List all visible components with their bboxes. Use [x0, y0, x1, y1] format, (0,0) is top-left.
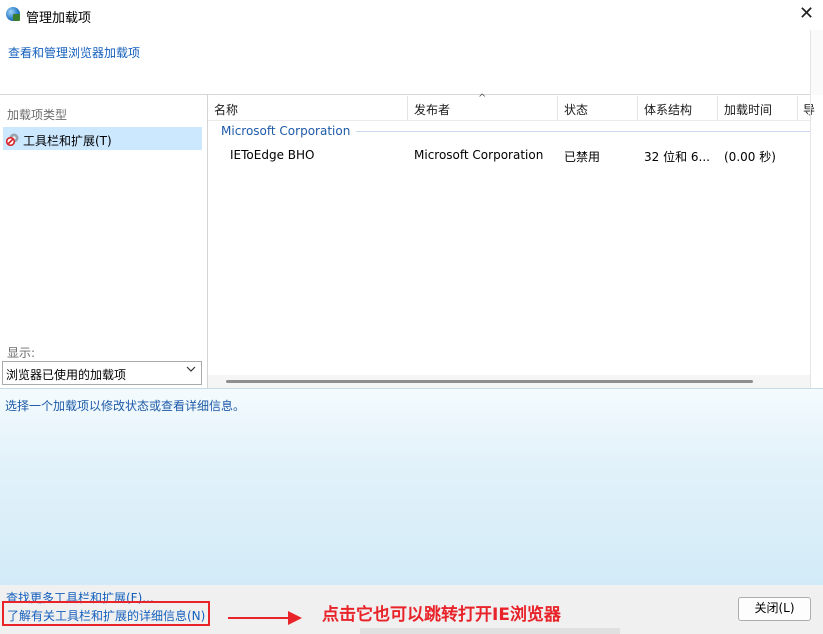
sort-ascending-icon: ^ — [478, 93, 487, 104]
list-right-border — [810, 95, 811, 388]
annotation-arrow-icon — [288, 611, 302, 625]
group-divider — [356, 131, 811, 132]
addons-app-icon — [6, 7, 20, 21]
column-divider[interactable] — [797, 96, 798, 120]
addon-row-status[interactable]: 已禁用 — [564, 148, 600, 165]
view-manage-addons-link[interactable]: 查看和管理浏览器加载项 — [8, 44, 140, 61]
addon-row-architecture[interactable]: 32 位和 6... — [644, 148, 710, 165]
window-title: 管理加载项 — [26, 11, 92, 26]
column-header-name[interactable]: 名称 — [214, 101, 238, 118]
column-divider[interactable] — [557, 96, 558, 120]
annotation-arrow-shaft — [228, 617, 290, 619]
column-header-publisher[interactable]: 发布者 — [414, 101, 450, 118]
addon-list-header — [208, 96, 811, 121]
header-scrollbar[interactable] — [810, 30, 823, 95]
column-header-architecture[interactable]: 体系结构 — [644, 101, 692, 118]
close-dialog-button[interactable]: 关闭(L) — [738, 597, 811, 621]
show-filter-value: 浏览器已使用的加载项 — [6, 368, 127, 382]
column-header-status[interactable]: 状态 — [564, 101, 588, 118]
addon-type-label: 工具栏和扩展(T) — [23, 134, 112, 148]
addon-row-publisher[interactable]: Microsoft Corporation — [414, 148, 543, 162]
window-close-button[interactable]: ✕ — [790, 0, 823, 28]
addon-row-name[interactable]: IEToEdge BHO — [230, 148, 314, 162]
column-divider[interactable] — [407, 96, 408, 120]
show-filter-label: 显示: — [7, 346, 36, 360]
column-divider[interactable] — [637, 96, 638, 120]
gear-blocked-icon — [5, 132, 20, 147]
details-hint-text: 选择一个加载项以修改状态或查看详细信息。 — [5, 399, 246, 413]
column-header-load-time[interactable]: 加载时间 — [724, 101, 772, 118]
annotation-highlight-box — [2, 601, 210, 626]
title-bar — [0, 0, 823, 30]
addon-types-label: 加载项类型 — [7, 108, 68, 122]
column-header-navigation[interactable]: 导 — [803, 101, 815, 118]
background-window-edge — [360, 628, 620, 634]
chevron-down-icon — [186, 364, 196, 377]
horizontal-scrollbar-thumb[interactable] — [226, 380, 753, 383]
column-divider[interactable] — [717, 96, 718, 120]
group-header-publisher[interactable]: Microsoft Corporation — [221, 124, 350, 138]
annotation-text: 点击它也可以跳转打开IE浏览器 — [322, 605, 561, 625]
details-pane — [0, 388, 823, 586]
addon-row-load-time[interactable]: (0.00 秒) — [724, 148, 776, 165]
